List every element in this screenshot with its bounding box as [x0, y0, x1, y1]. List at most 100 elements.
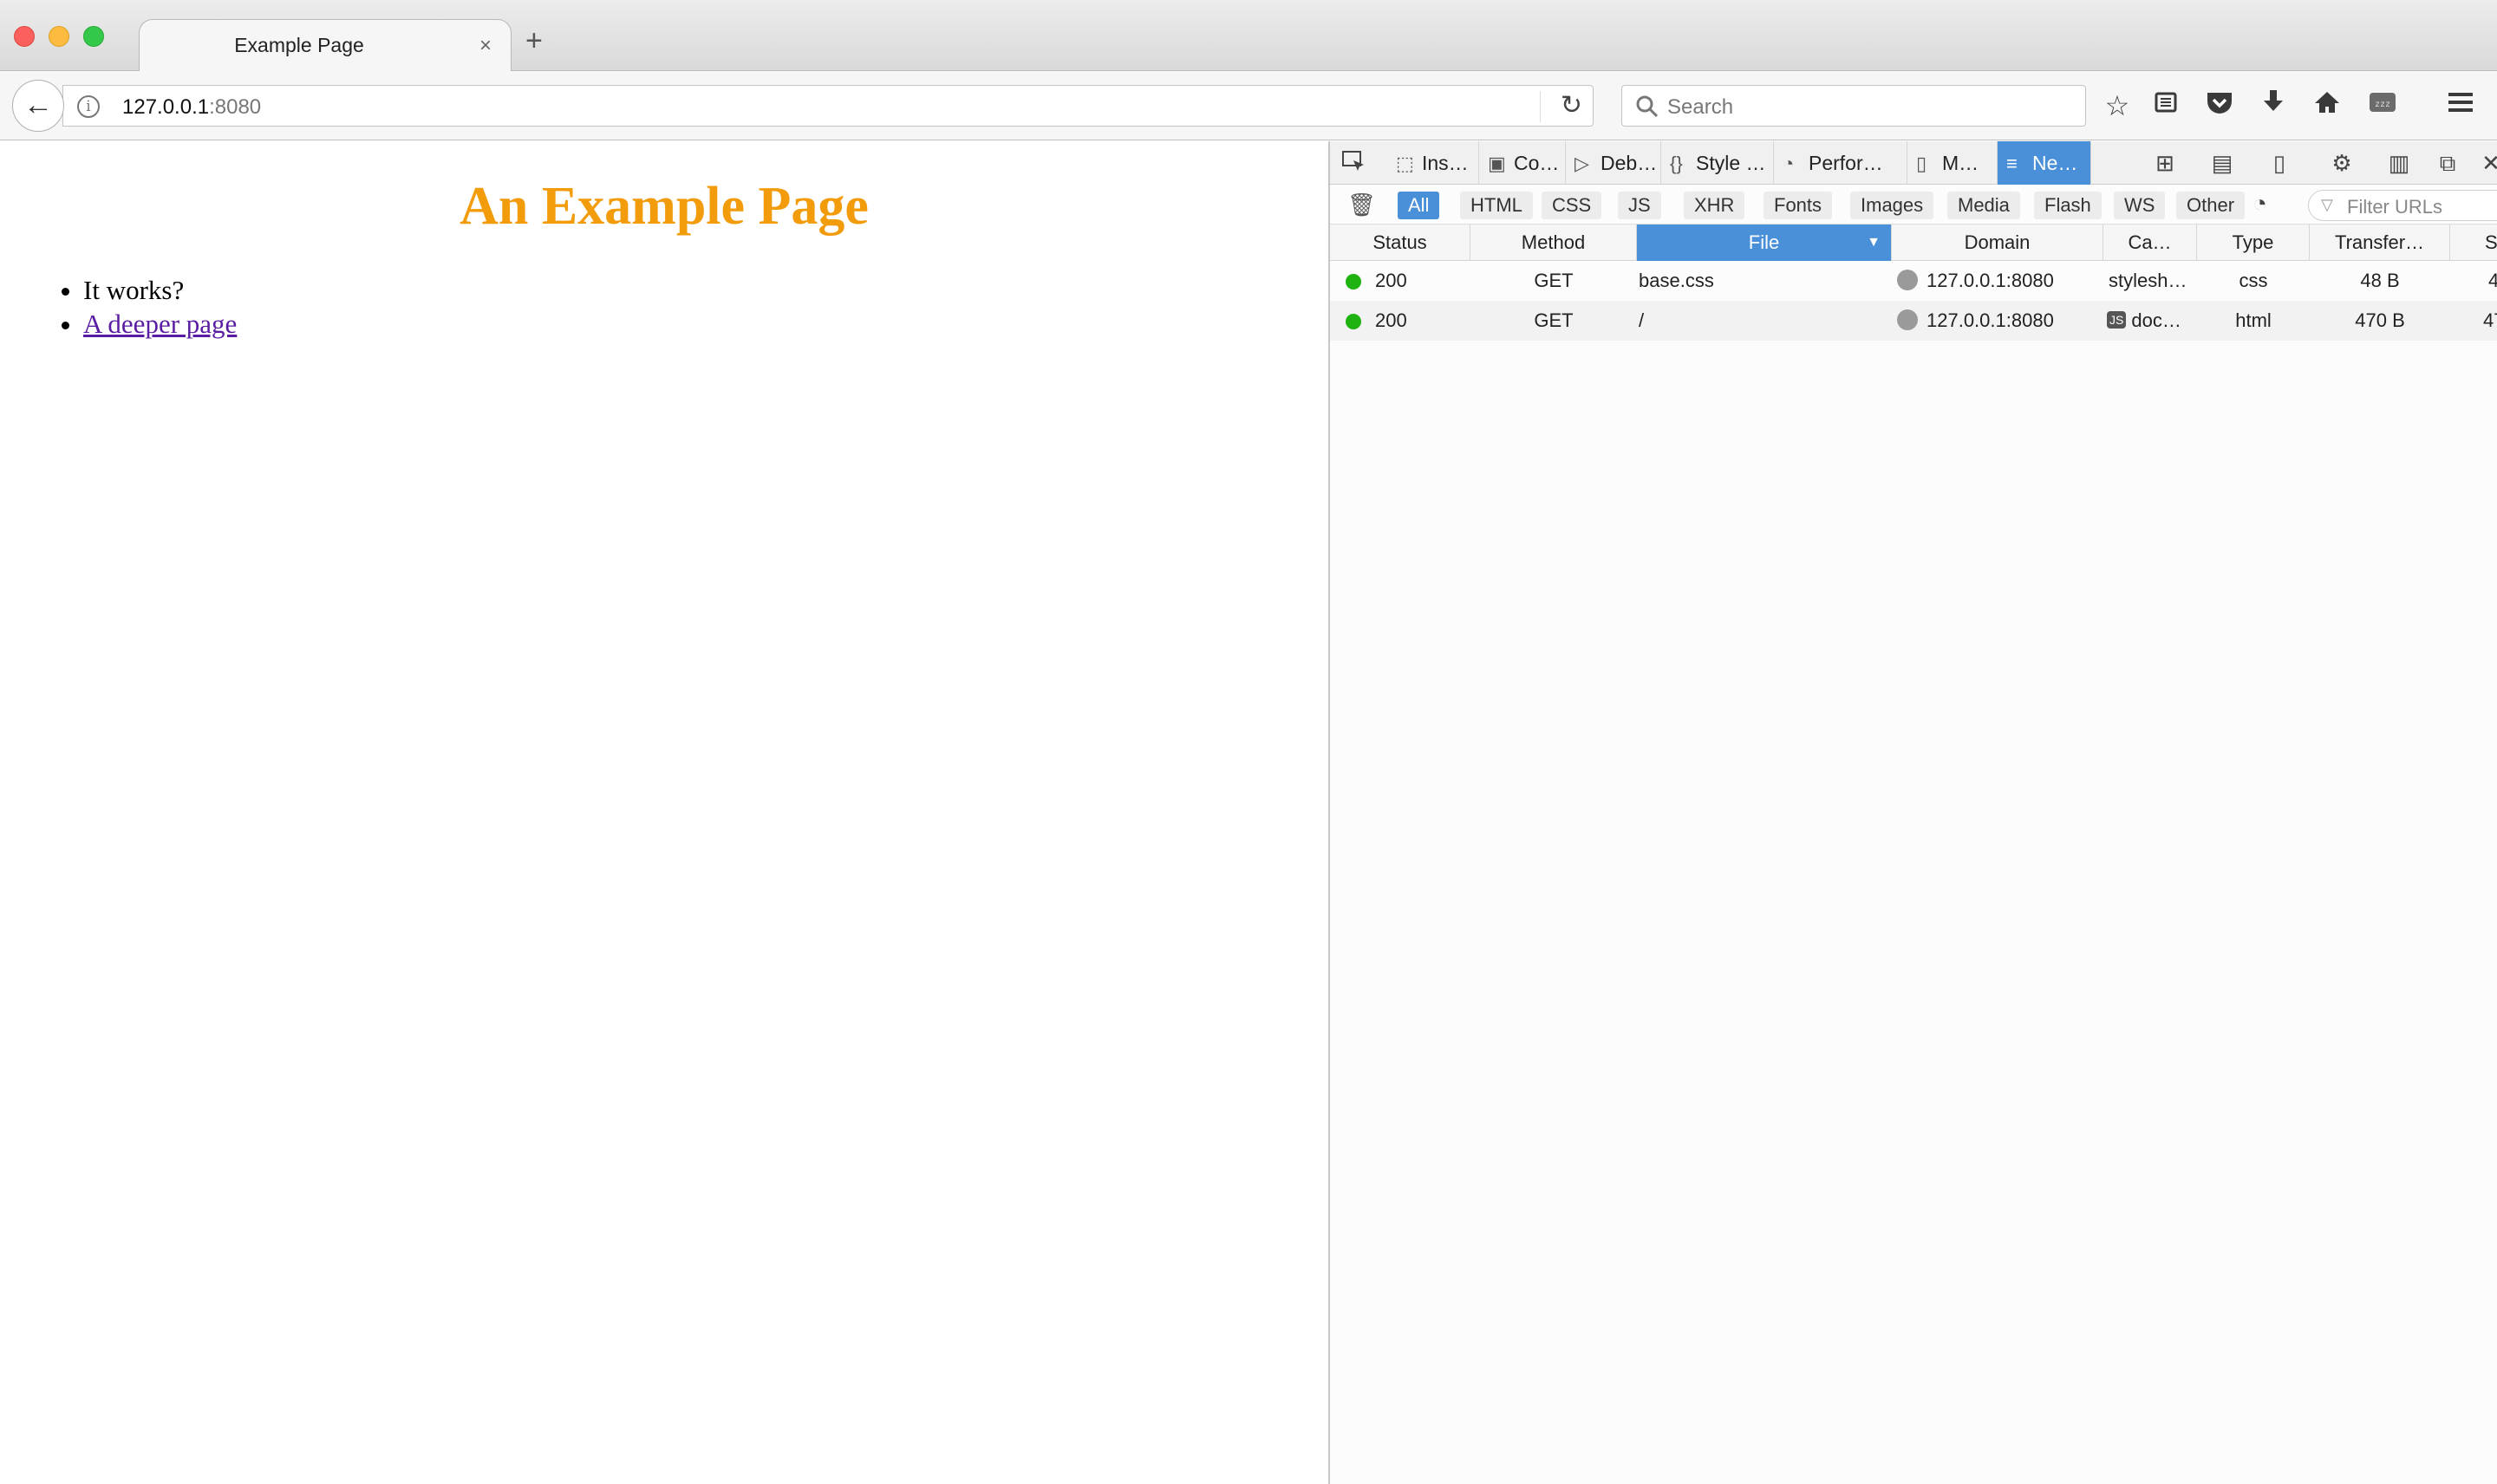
row-cause: stylesh…: [2109, 270, 2187, 291]
tab-memory[interactable]: ▯ M…: [1907, 141, 1998, 185]
debugger-icon: ▷: [1574, 153, 1589, 174]
column-method[interactable]: Method: [1470, 225, 1637, 261]
frame-selector-icon[interactable]: ⊞: [2150, 148, 2180, 178]
url-text[interactable]: 127.0.0.1:8080: [122, 95, 261, 120]
filter-media-button[interactable]: Media: [1947, 192, 2020, 219]
devtools-toolbar: ⬚ Ins… ▣ Co… ▷ Deb… {} Style … ◔ Perfor… ▯ M… …: [1330, 141, 2497, 185]
close-window-button[interactable]: [14, 26, 35, 47]
sort-descending-icon: ▼: [1867, 235, 1881, 250]
tab-title: Example Page: [234, 34, 364, 56]
row-method: GET: [1534, 270, 1574, 291]
tab-debugger[interactable]: ▷ Deb…: [1566, 141, 1661, 185]
column-transferred[interactable]: Transfer…: [2310, 225, 2450, 261]
column-file[interactable]: File ▼: [1637, 225, 1892, 261]
bookmarks-list-icon[interactable]: [2148, 88, 2183, 123]
responsive-mode-icon[interactable]: ▯: [2265, 148, 2294, 178]
filter-xhr-button[interactable]: XHR: [1684, 192, 1745, 219]
tab-debugger-label: Deb…: [1601, 152, 1658, 174]
svg-text:zzz: zzz: [2375, 100, 2390, 109]
url-port: :8080: [209, 95, 262, 119]
tab-network[interactable]: ≡ Ne…: [1998, 141, 2091, 185]
filter-html-button[interactable]: HTML: [1460, 192, 1533, 219]
undock-window-icon[interactable]: ⧉: [2433, 148, 2462, 178]
filter-js-button[interactable]: JS: [1618, 192, 1661, 219]
js-badge-icon: JS: [2107, 311, 2127, 329]
filter-other-button[interactable]: Other: [2176, 192, 2246, 219]
filter-fonts-button[interactable]: Fonts: [1764, 192, 1833, 219]
inspector-icon: ⬚: [1396, 153, 1414, 174]
settings-gear-icon[interactable]: ⚙: [2327, 148, 2357, 178]
back-button[interactable]: ←: [12, 80, 64, 132]
row-domain: 127.0.0.1:8080: [1897, 301, 2054, 341]
memory-icon: ▯: [1916, 153, 1927, 174]
row-file: /: [1639, 309, 1645, 331]
filter-funnel-icon: ▽: [2321, 196, 2333, 213]
new-tab-button[interactable]: +: [525, 26, 543, 55]
tab-style-editor[interactable]: {} Style …: [1661, 141, 1774, 185]
tab-performance[interactable]: ◔ Perfor…: [1774, 141, 1907, 185]
search-input[interactable]: Search: [1621, 85, 2086, 127]
tab-network-label: Ne…: [2032, 152, 2078, 174]
column-domain[interactable]: Domain: [1892, 225, 2103, 261]
deeper-page-link[interactable]: A deeper page: [83, 309, 237, 339]
filter-ws-button[interactable]: WS: [2114, 192, 2166, 219]
row-transferred: 48 B: [2360, 270, 2400, 291]
filter-all-button[interactable]: All: [1398, 192, 1440, 219]
filter-urls-input[interactable]: ▽ Filter URLs: [2308, 190, 2497, 221]
table-row[interactable]: 200 GET / 127.0.0.1:8080 JS doc… html 470…: [1330, 301, 2497, 341]
performance-icon: ◔: [1783, 153, 1795, 174]
row-cause: JS doc…: [2107, 301, 2181, 341]
tab-inspector-label: Ins…: [1422, 152, 1469, 174]
list-item: It works?: [83, 273, 237, 307]
network-icon: ≡: [2006, 153, 2018, 174]
search-icon: [1636, 95, 1659, 118]
network-table-header: Status Method File ▼ Domain Ca… Type Tran…: [1330, 225, 2497, 261]
list-item: A deeper page: [83, 307, 237, 341]
column-status[interactable]: Status: [1330, 225, 1470, 261]
tab-inspector[interactable]: ⬚ Ins…: [1387, 141, 1479, 185]
bookmark-star-icon[interactable]: ☆: [2100, 88, 2135, 123]
row-domain-text: 127.0.0.1:8080: [1927, 270, 2054, 291]
browser-tab[interactable]: Example Page ×: [139, 19, 512, 71]
pocket-icon[interactable]: [2202, 88, 2237, 123]
home-icon[interactable]: [2310, 88, 2344, 123]
url-bar[interactable]: i 127.0.0.1:8080 ↻: [62, 85, 1594, 127]
filter-css-button[interactable]: CSS: [1542, 192, 1602, 219]
filter-flash-button[interactable]: Flash: [2034, 192, 2102, 219]
status-ok-indicator: [1346, 274, 1361, 290]
split-console-icon[interactable]: ▤: [2207, 148, 2237, 178]
row-file: base.css: [1639, 270, 1714, 291]
clear-trash-icon[interactable]: 🗑︎: [1347, 192, 1376, 218]
style-editor-icon: {}: [1670, 153, 1683, 174]
page-viewport: An Example Page It works? A deeper page: [0, 141, 1328, 1484]
devtools-panel: ⬚ Ins… ▣ Co… ▷ Deb… {} Style … ◔ Perfor… ▯ M… …: [1328, 141, 2497, 1484]
element-picker-icon[interactable]: [1339, 148, 1368, 178]
close-devtools-icon[interactable]: ✕: [2476, 148, 2497, 178]
search-placeholder: Search: [1667, 95, 1734, 119]
url-host: 127.0.0.1: [122, 95, 210, 119]
performance-analysis-icon[interactable]: ◔: [2253, 190, 2267, 218]
tab-console[interactable]: ▣ Co…: [1479, 141, 1566, 185]
table-row[interactable]: 200 GET base.css 127.0.0.1:8080 stylesh……: [1330, 261, 2497, 301]
site-info-icon[interactable]: i: [77, 95, 100, 118]
hamburger-menu-icon[interactable]: [2443, 88, 2478, 123]
tab-close-icon[interactable]: ×: [479, 34, 492, 58]
globe-icon: [1897, 270, 1918, 291]
dock-bottom-icon[interactable]: ▥: [2384, 148, 2414, 178]
tab-performance-label: Perfor…: [1809, 152, 1883, 174]
minimize-window-button[interactable]: [49, 26, 69, 47]
network-filter-bar: 🗑︎ All HTML CSS JS XHR Fonts Images Medi…: [1330, 185, 2497, 225]
page-heading: An Example Page: [460, 177, 869, 236]
reload-icon[interactable]: ↻: [1561, 90, 1582, 120]
column-type[interactable]: Type: [2197, 225, 2310, 261]
column-cause[interactable]: Ca…: [2103, 225, 2197, 261]
downloads-icon[interactable]: [2256, 88, 2291, 123]
back-arrow-icon: ←: [23, 88, 53, 121]
row-domain: 127.0.0.1:8080: [1897, 261, 2054, 301]
column-size[interactable]: Si: [2450, 225, 2497, 261]
zoom-window-button[interactable]: [83, 26, 104, 47]
column-file-label: File: [1748, 231, 1780, 253]
row-size: 47: [2483, 309, 2497, 331]
extension-icon[interactable]: zzz: [2365, 88, 2400, 123]
filter-images-button[interactable]: Images: [1850, 192, 1934, 219]
